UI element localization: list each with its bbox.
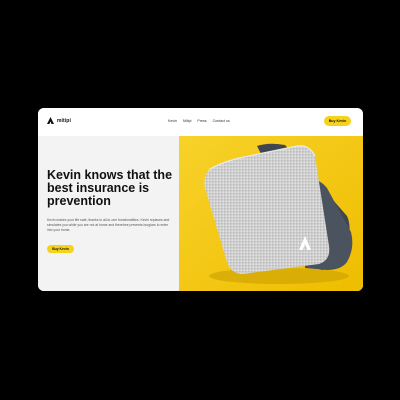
nav-link-press[interactable]: Press [197, 119, 206, 123]
hero-text-panel: Kevin knows that the best insurance is p… [38, 136, 179, 291]
buy-kevin-nav-button[interactable]: Buy Kevin [324, 116, 351, 126]
nav-link-contact-us[interactable]: Contact us [213, 119, 230, 123]
nav-links: Kevin Mitipi Press Contact us [168, 119, 230, 123]
kevin-device-image [179, 136, 363, 291]
hero-headline: Kevin knows that the best insurance is p… [47, 168, 173, 208]
hero-body-text: Kevin makes your life safe, thanks to al… [47, 218, 170, 232]
buy-kevin-hero-button[interactable]: Buy Kevin [47, 245, 74, 253]
nav-link-mitipi[interactable]: Mitipi [183, 119, 191, 123]
landing-page-card: mitipi Kevin Mitipi Press Contact us Buy… [38, 108, 363, 291]
hero-image-panel [179, 136, 363, 291]
nav-link-kevin[interactable]: Kevin [168, 119, 177, 123]
top-navigation: mitipi Kevin Mitipi Press Contact us Buy… [38, 108, 363, 136]
brand-logo[interactable]: mitipi [47, 117, 71, 124]
brand-name: mitipi [57, 117, 71, 124]
triangle-a-logo-icon [47, 117, 54, 124]
